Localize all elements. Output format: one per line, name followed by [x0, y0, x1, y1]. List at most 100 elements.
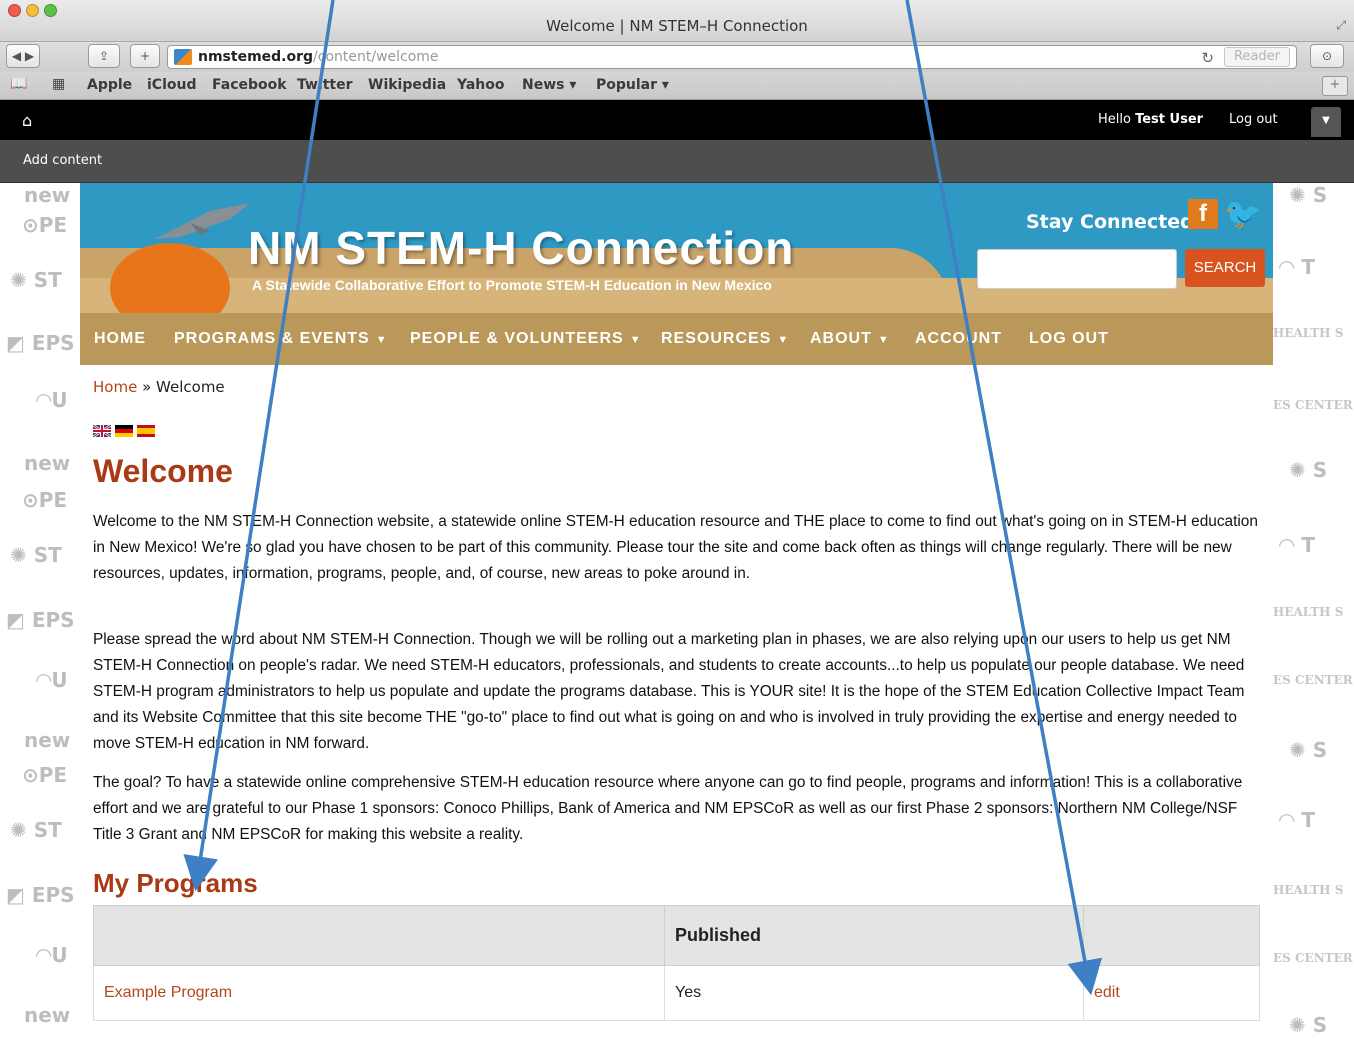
watermark-unm-3: ◠U	[36, 943, 68, 967]
nav-programs-label: PROGRAMS & EVENTS	[174, 330, 370, 347]
toolbar-logout-link[interactable]: Log out	[1229, 112, 1278, 127]
german-flag-icon[interactable]	[115, 425, 133, 437]
left-background-logos: new ⊙PE ✺ ST ◩ EPS ◠U new ⊙PE ✺ ST ◩ EPS…	[0, 183, 80, 1046]
bookmark-apple[interactable]: Apple	[87, 77, 132, 93]
watermark-stem: ✺ ST	[10, 268, 62, 292]
my-programs-table: Published Example Program Yes edit	[93, 905, 1260, 1021]
column-header-published: Published	[664, 905, 1084, 966]
bookmark-facebook[interactable]: Facebook	[212, 77, 287, 93]
program-name-link[interactable]: Example Program	[104, 984, 232, 1001]
watermark-sciences-center-3: ES CENTER	[1273, 951, 1353, 965]
url-path: /content/welcome	[313, 49, 439, 65]
nav-resources[interactable]: RESOURCES ▼	[661, 330, 789, 348]
program-published-cell: Yes	[664, 965, 1084, 1021]
intro-paragraph-3: The goal? To have a statewide online com…	[93, 774, 1243, 843]
watermark-health-sciences-2: HEALTH S	[1273, 605, 1344, 619]
twitter-icon[interactable]: 🐦	[1224, 197, 1261, 232]
reload-icon[interactable]: ↻	[1201, 47, 1214, 69]
column-header-actions	[1083, 905, 1260, 966]
url-host: nmstemed.org	[198, 49, 314, 65]
share-button[interactable]: ⇪	[88, 44, 120, 68]
watermark-epscor: ◩ EPS	[6, 331, 75, 355]
bookmark-popular[interactable]: Popular ▾	[596, 77, 669, 93]
add-content-link[interactable]: Add content	[23, 153, 102, 168]
window-titlebar: Welcome | NM STEM–H Connection ⤢	[0, 0, 1354, 42]
watermark-ped-2: ⊙PE	[22, 488, 68, 512]
nav-logout[interactable]: LOG OUT	[1029, 330, 1109, 348]
browser-toolbar: ◀ ▶ ⇪ + nmstemed.org/content/welcome ↻ R…	[0, 42, 1354, 72]
bookmark-yahoo[interactable]: Yahoo	[457, 77, 505, 93]
jet-logo-icon	[155, 203, 250, 239]
home-icon[interactable]: ⌂	[22, 111, 32, 130]
search-input[interactable]	[977, 249, 1177, 289]
toolbar-toggle-button[interactable]: ▼	[1311, 107, 1341, 137]
breadcrumb-separator: »	[142, 378, 152, 396]
nav-programs-events[interactable]: PROGRAMS & EVENTS ▼	[174, 330, 388, 348]
watermark-new-mexico-4: new	[24, 1003, 71, 1027]
nav-account-label: ACCOUNT	[915, 330, 1002, 347]
watermark-new-mexico: new	[24, 183, 71, 207]
facebook-icon[interactable]: f	[1188, 199, 1218, 229]
nav-home[interactable]: HOME	[94, 330, 146, 348]
chevron-down-icon: ▼	[777, 334, 790, 346]
bookmark-twitter[interactable]: Twitter	[297, 77, 353, 93]
watermark-sciences-center-2: ES CENTER	[1273, 673, 1353, 687]
watermark-seal-2: ✺ S	[1289, 458, 1328, 482]
bookmark-icloud[interactable]: iCloud	[147, 77, 196, 93]
chevron-down-icon: ▼	[375, 334, 388, 346]
reading-list-icon[interactable]: 📖	[10, 76, 27, 92]
nav-about[interactable]: ABOUT ▼	[810, 330, 890, 348]
watermark-health-sciences-3: HEALTH S	[1273, 883, 1344, 897]
watermark-unm-2: ◠U	[36, 668, 68, 692]
address-bar[interactable]: nmstemed.org/content/welcome ↻ Reader	[167, 45, 1297, 69]
site-title[interactable]: NM STEM-H Connection	[248, 221, 794, 275]
program-edit-link[interactable]: edit	[1094, 984, 1120, 1001]
new-tab-icon: +	[139, 49, 151, 63]
share-icon: ⇪	[98, 49, 110, 63]
nav-account[interactable]: ACCOUNT	[915, 330, 1002, 348]
back-button[interactable]: ◀ ▶	[6, 44, 40, 68]
watermark-new-mexico-2: new	[24, 451, 71, 475]
hello-prefix: Hello	[1098, 112, 1131, 127]
nav-logout-label: LOG OUT	[1029, 330, 1109, 347]
window-title: Welcome | NM STEM–H Connection	[546, 17, 808, 35]
watermark-seal-4: ✺ S	[1289, 1013, 1328, 1037]
user-name-link[interactable]: Test User	[1135, 112, 1203, 127]
top-sites-icon[interactable]: ▦	[52, 76, 65, 92]
uk-flag-icon[interactable]	[93, 425, 111, 437]
table-row: Example Program Yes edit	[93, 965, 1260, 1021]
downloads-button[interactable]: ⊙	[1310, 44, 1344, 68]
intro-paragraph-1: Welcome to the NM STEM-H Connection webs…	[93, 513, 1258, 582]
watermark-epscor-2: ◩ EPS	[6, 608, 75, 632]
page-title: Welcome	[93, 453, 233, 489]
watermark-the-new-3: ◠ T	[1279, 808, 1315, 832]
watermark-ped-3: ⊙PE	[22, 763, 68, 787]
new-tab-button[interactable]: +	[130, 44, 160, 68]
breadcrumb-home-link[interactable]: Home	[93, 378, 137, 396]
watermark-new-mexico-3: new	[24, 728, 71, 752]
main-nav: HOME PROGRAMS & EVENTS ▼ PEOPLE & VOLUNTE…	[80, 313, 1273, 365]
zoom-window-button[interactable]	[44, 4, 57, 17]
spanish-flag-icon[interactable]	[137, 425, 155, 437]
my-programs-title: My Programs	[93, 868, 258, 898]
watermark-unm: ◠U	[36, 388, 68, 412]
admin-toolbar: ⌂ Hello Test User Log out ▼	[0, 100, 1354, 140]
nav-people-volunteers[interactable]: PEOPLE & VOLUNTEERS ▼	[410, 330, 642, 348]
intro-paragraph-2: Please spread the word about NM STEM-H C…	[93, 631, 1245, 752]
add-bookmark-icon[interactable]: +	[1322, 76, 1348, 96]
nav-home-label: HOME	[94, 330, 146, 347]
bookmark-wikipedia[interactable]: Wikipedia	[368, 77, 446, 93]
watermark-seal-3: ✺ S	[1289, 738, 1328, 762]
close-window-button[interactable]	[8, 4, 21, 17]
search-button[interactable]: SEARCH	[1185, 249, 1265, 287]
right-background-logos: ✺ S ◠ T HEALTH S ES CENTER ✺ S ◠ T HEALT…	[1273, 183, 1354, 1046]
nav-people-label: PEOPLE & VOLUNTEERS	[410, 330, 624, 347]
fullscreen-icon[interactable]: ⤢	[1336, 18, 1346, 33]
watermark-seal: ✺ S	[1289, 183, 1328, 207]
watermark-stem-3: ✺ ST	[10, 818, 62, 842]
minimize-window-button[interactable]	[26, 4, 39, 17]
breadcrumb-current: Welcome	[156, 378, 225, 396]
bookmark-news[interactable]: News ▾	[522, 77, 576, 93]
reader-button[interactable]: Reader	[1224, 47, 1290, 67]
language-switcher	[93, 425, 155, 437]
